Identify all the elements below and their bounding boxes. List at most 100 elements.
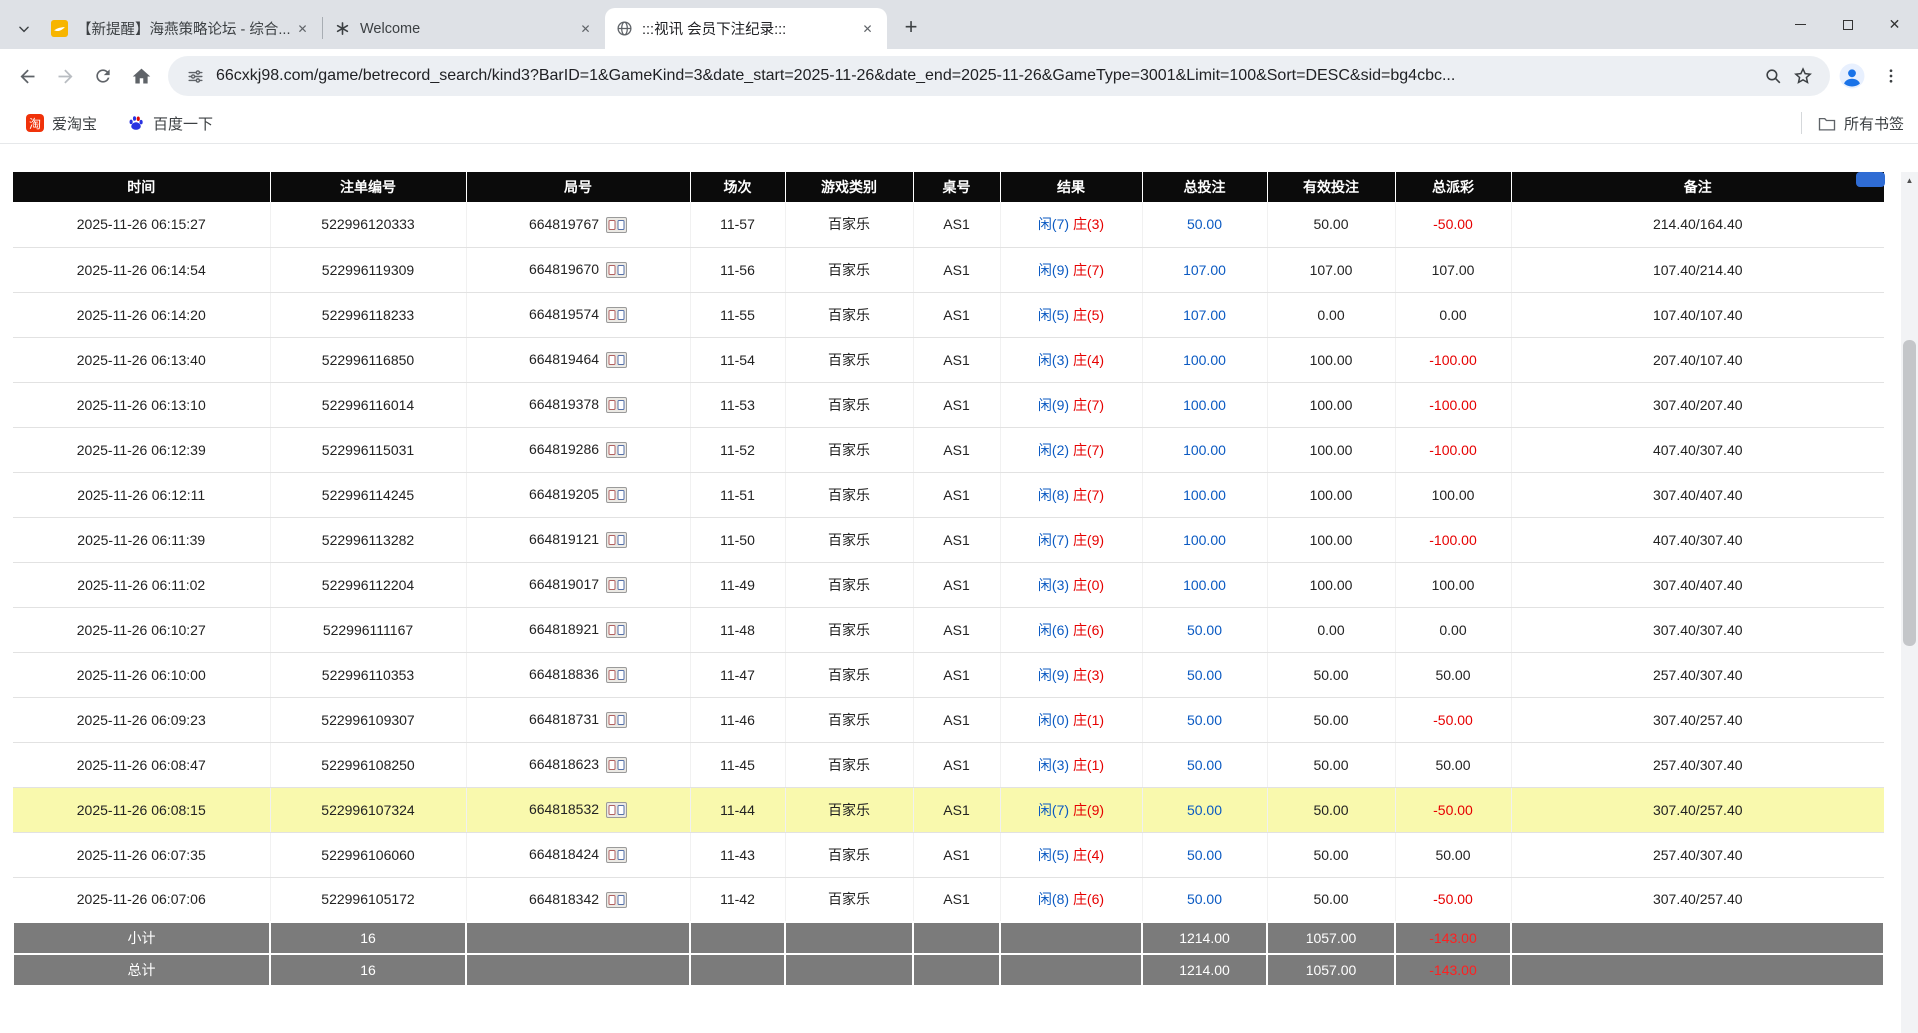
player-result: 闲(3) <box>1038 757 1069 773</box>
tab-bet-records[interactable]: :::视讯 会员下注纪录::: ✕ <box>605 8 887 49</box>
partial-blue-button[interactable] <box>1856 172 1885 187</box>
total-bet-link[interactable]: 50.00 <box>1187 757 1222 773</box>
result-image-icon[interactable] <box>606 847 627 863</box>
total-bet-link[interactable]: 100.00 <box>1183 532 1226 548</box>
result-cell: 闲(5) 庄(5) <box>1000 292 1142 337</box>
round-number: 664819121 <box>529 531 599 547</box>
total-bet-link[interactable]: 107.00 <box>1183 307 1226 323</box>
table-no-cell: AS1 <box>913 652 1000 697</box>
tab-close-icon[interactable]: ✕ <box>858 19 877 38</box>
total-bet-link[interactable]: 50.00 <box>1187 847 1222 863</box>
tab-close-icon[interactable]: ✕ <box>293 19 312 38</box>
total-bet-link[interactable]: 100.00 <box>1183 577 1226 593</box>
scrollbar-thumb[interactable] <box>1903 340 1916 646</box>
result-image-icon[interactable] <box>606 307 627 323</box>
result-image-icon[interactable] <box>606 892 627 908</box>
bet-table-body: 2025-11-26 06:15:27522996120333664819767… <box>13 202 1884 922</box>
result-cell: 闲(8) 庄(7) <box>1000 472 1142 517</box>
round-cell: 664818623 <box>466 742 690 787</box>
result-image-icon[interactable] <box>606 802 627 818</box>
round-cell: 664819574 <box>466 292 690 337</box>
note-cell: 257.40/307.40 <box>1511 652 1884 697</box>
result-image-icon[interactable] <box>606 487 627 503</box>
total-bet-link[interactable]: 50.00 <box>1187 891 1222 907</box>
total-bet-link[interactable]: 100.00 <box>1183 352 1226 368</box>
bookmark-baidu[interactable]: 百度一下 <box>127 113 213 134</box>
result-image-icon[interactable] <box>606 397 627 413</box>
home-button[interactable] <box>122 57 160 95</box>
banker-result: 庄(7) <box>1073 442 1104 458</box>
forward-button[interactable] <box>46 57 84 95</box>
result-image-icon[interactable] <box>606 757 627 773</box>
bet-row: 2025-11-26 06:10:00522996110353664818836… <box>13 652 1884 697</box>
result-image-icon[interactable] <box>606 262 627 278</box>
footer-cell: -143.00 <box>1395 922 1511 954</box>
result-image-icon[interactable] <box>606 532 627 548</box>
zoom-icon[interactable] <box>1758 61 1788 91</box>
tab-close-icon[interactable]: ✕ <box>576 19 595 38</box>
result-image-icon[interactable] <box>606 217 627 233</box>
result-image-icon[interactable] <box>606 622 627 638</box>
all-bookmarks-button[interactable]: 所有书签 <box>1818 113 1904 134</box>
note-cell: 107.40/214.40 <box>1511 247 1884 292</box>
result-cell: 闲(9) 庄(7) <box>1000 247 1142 292</box>
result-cell: 闲(0) 庄(1) <box>1000 697 1142 742</box>
close-window-button[interactable]: ✕ <box>1871 0 1918 49</box>
total-bet-link[interactable]: 50.00 <box>1187 802 1222 818</box>
back-button[interactable] <box>8 57 46 95</box>
refresh-button[interactable] <box>84 57 122 95</box>
profile-avatar[interactable] <box>1838 62 1866 90</box>
vertical-scrollbar[interactable]: ▲ <box>1901 172 1918 1033</box>
total-bet-link[interactable]: 100.00 <box>1183 442 1226 458</box>
table-no-cell: AS1 <box>913 427 1000 472</box>
address-bar[interactable]: 66cxkj98.com/game/betrecord_search/kind3… <box>168 56 1830 96</box>
round-cell: 664818424 <box>466 832 690 877</box>
tab-forum[interactable]: 【新提醒】海燕策略论坛 - 综合... ✕ <box>40 8 322 49</box>
total-bet-cell: 100.00 <box>1142 562 1267 607</box>
total-bet-link[interactable]: 107.00 <box>1183 262 1226 278</box>
total-bet-link[interactable]: 50.00 <box>1187 667 1222 683</box>
payout-cell: -100.00 <box>1395 382 1511 427</box>
tab-search-chevron-icon[interactable] <box>8 8 40 49</box>
session-cell: 11-57 <box>690 202 785 247</box>
result-cell: 闲(5) 庄(4) <box>1000 832 1142 877</box>
total-bet-link[interactable]: 50.00 <box>1187 216 1222 232</box>
menu-icon[interactable] <box>1876 61 1906 91</box>
new-tab-button[interactable]: + <box>893 9 929 45</box>
url-text[interactable]: 66cxkj98.com/game/betrecord_search/kind3… <box>216 67 1752 85</box>
scroll-up-icon[interactable]: ▲ <box>1901 172 1918 189</box>
site-settings-icon[interactable] <box>180 61 210 91</box>
game-type-cell: 百家乐 <box>785 877 913 922</box>
bet-id-cell: 522996105172 <box>270 877 466 922</box>
valid-bet-cell: 100.00 <box>1267 337 1395 382</box>
time-cell: 2025-11-26 06:07:06 <box>13 877 270 922</box>
minimize-button[interactable] <box>1777 0 1824 49</box>
total-bet-link[interactable]: 50.00 <box>1187 622 1222 638</box>
result-image-icon[interactable] <box>606 712 627 728</box>
total-bet-link[interactable]: 100.00 <box>1183 487 1226 503</box>
tab-welcome[interactable]: Welcome ✕ <box>323 8 605 49</box>
bookmark-star-icon[interactable] <box>1788 61 1818 91</box>
player-result: 闲(3) <box>1038 577 1069 593</box>
footer-cell <box>466 922 690 954</box>
maximize-button[interactable] <box>1824 0 1871 49</box>
time-cell: 2025-11-26 06:12:11 <box>13 472 270 517</box>
time-cell: 2025-11-26 06:07:35 <box>13 832 270 877</box>
footer-cell <box>785 954 913 986</box>
table-no-cell: AS1 <box>913 742 1000 787</box>
result-image-icon[interactable] <box>606 352 627 368</box>
total-bet-link[interactable]: 100.00 <box>1183 397 1226 413</box>
all-bookmarks-label: 所有书签 <box>1844 113 1904 134</box>
player-result: 闲(9) <box>1038 397 1069 413</box>
footer-cell: 小计 <box>13 922 270 954</box>
result-image-icon[interactable] <box>606 577 627 593</box>
total-bet-cell: 50.00 <box>1142 877 1267 922</box>
total-bet-link[interactable]: 50.00 <box>1187 712 1222 728</box>
note-cell: 214.40/164.40 <box>1511 202 1884 247</box>
bookmark-taobao[interactable]: 淘 爱淘宝 <box>26 113 97 134</box>
bet-id-cell: 522996113282 <box>270 517 466 562</box>
note-cell: 307.40/257.40 <box>1511 697 1884 742</box>
result-image-icon[interactable] <box>606 667 627 683</box>
footer-cell: 1057.00 <box>1267 954 1395 986</box>
result-image-icon[interactable] <box>606 442 627 458</box>
